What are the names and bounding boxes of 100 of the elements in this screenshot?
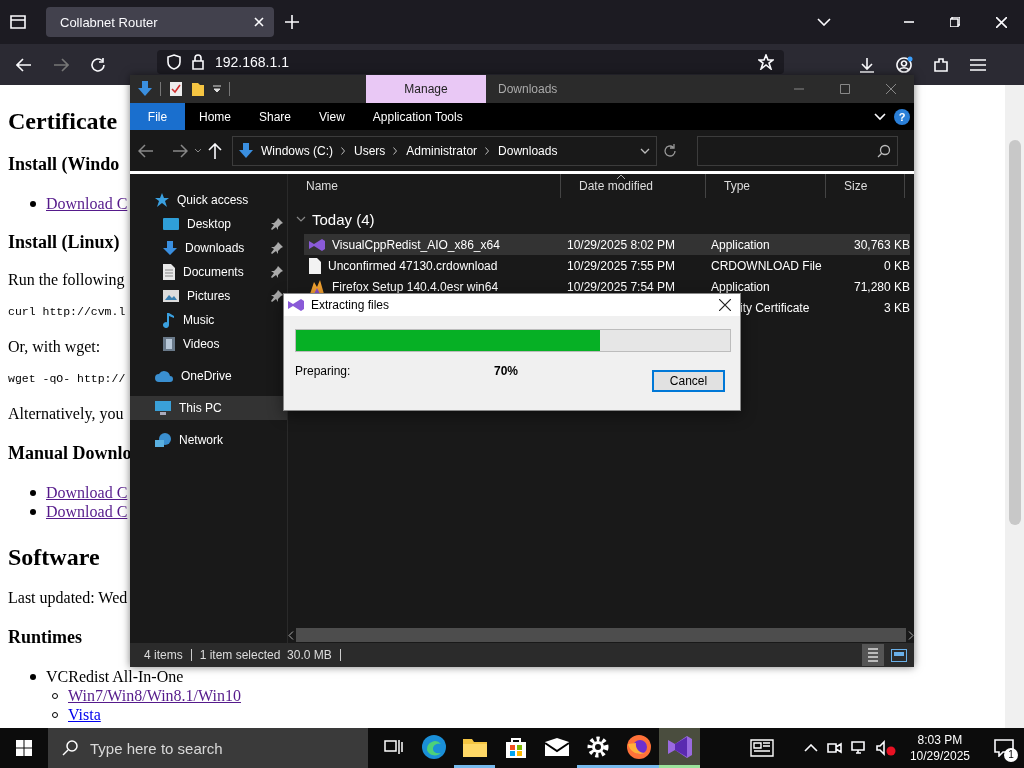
menu-icon[interactable]	[970, 58, 986, 71]
extensions-icon[interactable]	[933, 56, 949, 73]
download-link[interactable]: Download C	[46, 194, 128, 213]
file-row[interactable]: Firefox Setup 140.4.0esr win64 10/29/2025 7:54 PM Application 71,280 KB	[304, 276, 910, 297]
cloud-icon	[154, 369, 174, 383]
star-icon[interactable]	[758, 54, 774, 70]
breadcrumb-item[interactable]: Users	[354, 143, 386, 158]
nav-item[interactable]: Downloads	[130, 236, 287, 260]
desktop-icon	[162, 217, 180, 231]
clock-time[interactable]: 8:03 PM	[909, 732, 970, 748]
task-view-icon[interactable]	[382, 737, 403, 756]
close-icon[interactable]	[719, 299, 731, 311]
download-icon	[162, 240, 178, 256]
ribbon-tab[interactable]: View	[305, 103, 359, 130]
file-row[interactable]: VisualCppRedist_AIO_x86_x64 10/29/2025 8:02 PM Application 30,763 KB	[304, 234, 910, 255]
column-header[interactable]: Type	[724, 179, 750, 193]
nav-item[interactable]: Music	[130, 308, 287, 332]
scroll-right-icon[interactable]	[908, 630, 914, 640]
edge-icon[interactable]	[420, 733, 447, 760]
account-icon[interactable]	[895, 55, 913, 74]
page-link[interactable]: Vista	[68, 705, 101, 724]
restore-icon[interactable]	[950, 17, 960, 27]
properties-icon[interactable]	[169, 81, 183, 97]
maximize-icon[interactable]	[840, 84, 850, 94]
nav-item[interactable]: OneDrive	[130, 364, 287, 388]
help-button[interactable]: ?	[894, 108, 910, 125]
scrollbar-thumb[interactable]	[296, 628, 906, 642]
nav-item[interactable]: This PC	[130, 396, 287, 420]
browser-tab[interactable]: Collabnet Router	[46, 7, 274, 37]
download-icon[interactable]	[859, 56, 875, 73]
chevron-down-icon[interactable]	[640, 147, 650, 154]
column-header[interactable]: Size	[844, 179, 868, 193]
breadcrumb-item[interactable]: Windows (C:)	[261, 143, 333, 158]
search-icon	[877, 143, 891, 158]
bullet-icon	[30, 508, 36, 515]
dropdown-icon[interactable]	[213, 85, 221, 93]
mail-icon[interactable]	[543, 736, 570, 757]
details-view-button[interactable]	[862, 644, 884, 666]
nav-item[interactable]: Videos	[130, 332, 287, 356]
computer-icon	[154, 400, 172, 416]
new-tab-icon[interactable]	[285, 15, 299, 29]
download-link[interactable]: Download C	[46, 483, 128, 502]
breadcrumb-chevron-icon	[341, 146, 346, 155]
page-link[interactable]: Win7/Win8/Win8.1/Win10	[68, 686, 241, 705]
download-link[interactable]: Download C	[46, 502, 128, 521]
search-field[interactable]	[697, 135, 898, 166]
firefox-icon[interactable]	[625, 733, 652, 760]
window-title: Downloads	[498, 82, 558, 96]
url-field[interactable]: 192.168.1.1	[157, 50, 784, 74]
status-text: 1 item selected 30.0 MB	[199, 648, 332, 662]
forward-icon[interactable]	[172, 143, 188, 158]
videos-icon	[162, 336, 176, 352]
context-tab[interactable]: Manage	[366, 75, 486, 103]
reload-icon[interactable]	[90, 56, 106, 73]
windows-icon[interactable]	[16, 740, 32, 756]
ribbon-tab[interactable]: Application Tools	[358, 103, 477, 130]
notification-count: 1	[1004, 748, 1018, 762]
forward-icon[interactable]	[53, 57, 69, 72]
paragraph: Or, with wget:	[8, 337, 101, 357]
notification-icon[interactable]	[994, 739, 1014, 757]
document-icon	[162, 264, 176, 280]
news-icon[interactable]	[749, 739, 774, 757]
address-bar[interactable]: Windows (C:) Users Administrator Downloads	[232, 135, 657, 166]
breadcrumb-item[interactable]: Downloads	[498, 143, 558, 158]
network-icon[interactable]	[849, 740, 868, 756]
up-icon[interactable]	[208, 142, 222, 159]
cancel-button[interactable]: Cancel	[652, 370, 725, 392]
nav-item[interactable]: Documents	[130, 260, 287, 284]
scroll-left-icon[interactable]	[288, 630, 294, 640]
settings-icon[interactable]	[585, 734, 610, 759]
scrollbar-thumb[interactable]	[1008, 140, 1021, 525]
clock-date[interactable]: 10/29/2025	[909, 748, 970, 764]
ribbon-tab[interactable]: File	[130, 103, 185, 130]
nav-item[interactable]: Quick access	[130, 188, 287, 212]
nav-item[interactable]: Network	[130, 428, 287, 452]
column-header[interactable]: Name	[306, 179, 338, 193]
file-row[interactable]: Unconfirmed 47130.crdownload 10/29/2025 7:55 PM CRDOWNLOAD File 0 KB	[304, 255, 910, 276]
page-heading: Certificate	[8, 107, 118, 135]
folder-icon[interactable]	[191, 81, 205, 97]
breadcrumb-item[interactable]: Administrator	[406, 143, 478, 158]
sort-caret-icon	[617, 174, 625, 179]
music-icon	[162, 312, 176, 328]
nav-item[interactable]: Pictures	[130, 284, 287, 308]
nav-item[interactable]: Desktop	[130, 212, 287, 236]
column-header[interactable]: Date modified	[579, 179, 654, 193]
tab-list-icon[interactable]	[10, 15, 26, 29]
chevron-up-icon[interactable]	[803, 744, 818, 752]
camera-icon[interactable]	[825, 740, 842, 756]
search-field[interactable]: Type here to search	[48, 728, 368, 768]
shield-icon	[167, 54, 181, 70]
list-text: VCRedist All-In-One	[46, 667, 184, 686]
file-icon	[308, 257, 322, 274]
paragraph: Last updated: Wed	[8, 588, 128, 608]
bullet-icon	[30, 673, 36, 680]
section-heading: Runtimes	[8, 626, 82, 648]
volume-muted-icon[interactable]	[875, 740, 896, 756]
group-header[interactable]: Today (4)	[312, 210, 375, 228]
ribbon-tab[interactable]: Share	[245, 103, 306, 130]
ribbon-tab[interactable]: Home	[185, 103, 245, 130]
refresh-icon[interactable]	[663, 143, 677, 158]
